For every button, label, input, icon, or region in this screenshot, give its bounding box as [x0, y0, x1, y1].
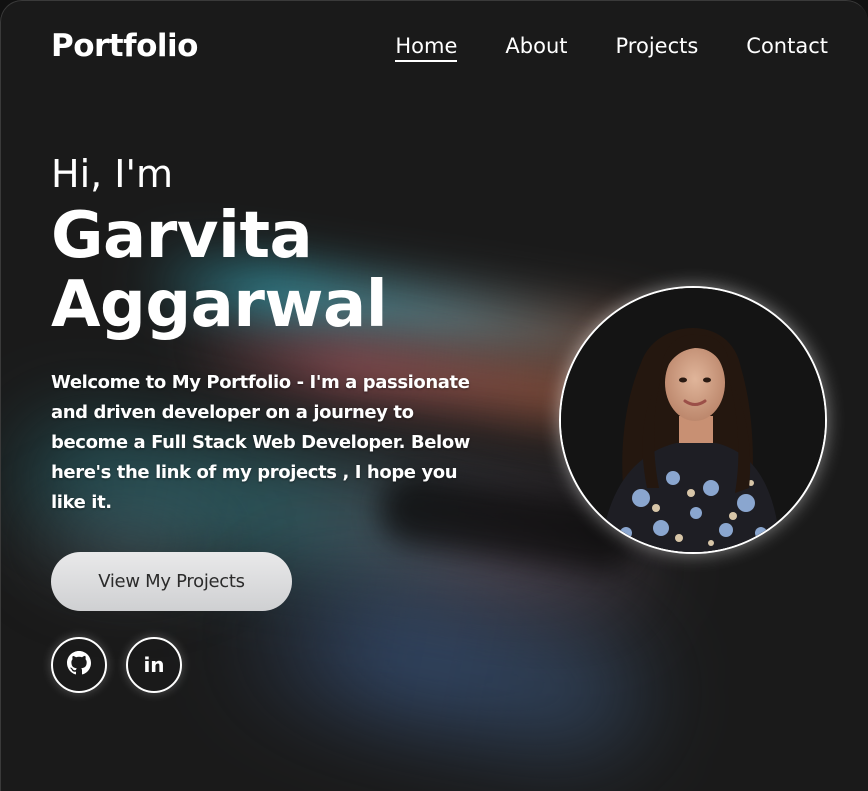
nav-contact[interactable]: Contact — [746, 34, 828, 62]
hero-last-name: Aggarwal — [51, 268, 388, 342]
hero-first-name: Garvita — [51, 199, 313, 273]
hero-name: Garvita Aggarwal — [51, 202, 511, 340]
profile-photo-illustration — [561, 288, 825, 552]
portfolio-page: Portfolio Home About Projects Contact Hi… — [0, 0, 868, 791]
linkedin-icon: in — [143, 653, 165, 677]
site-logo[interactable]: Portfolio — [51, 28, 198, 64]
github-icon — [67, 651, 91, 679]
profile-photo — [559, 286, 827, 554]
main-nav: Home About Projects Contact — [395, 34, 828, 62]
github-link[interactable] — [51, 637, 107, 693]
hero-section: Hi, I'm Garvita Aggarwal Welcome to My P… — [51, 152, 511, 518]
nav-projects[interactable]: Projects — [616, 34, 699, 62]
linkedin-link[interactable]: in — [126, 637, 182, 693]
nav-home[interactable]: Home — [395, 34, 458, 62]
nav-about[interactable]: About — [505, 34, 567, 62]
view-projects-button[interactable]: View My Projects — [51, 552, 292, 611]
hero-intro: Welcome to My Portfolio - I'm a passiona… — [51, 372, 471, 513]
hero-greeting: Hi, I'm — [51, 152, 173, 196]
